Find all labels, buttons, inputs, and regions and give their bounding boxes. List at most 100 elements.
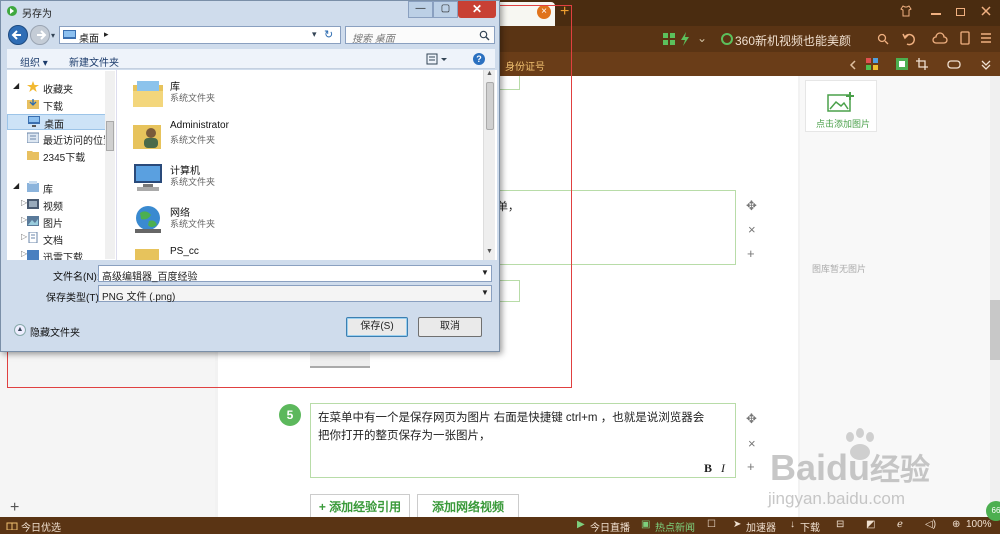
new-folder-button[interactable]: 新建文件夹 — [69, 54, 119, 69]
forward-button[interactable] — [30, 25, 50, 45]
file-item-administrator[interactable]: Administrator 系统文件夹 — [127, 116, 427, 156]
game-icon[interactable] — [947, 58, 961, 73]
breadcrumb-arrow-icon[interactable]: ▸ — [104, 29, 109, 40]
crop-icon[interactable]: ◩ — [866, 519, 875, 530]
tree-item-documents[interactable]: ▷ 文档 — [7, 231, 111, 247]
move-step-5-icon[interactable]: ✥ — [746, 411, 757, 427]
bottom-add-button[interactable]: + — [10, 499, 19, 517]
search-icon[interactable] — [479, 30, 490, 44]
float-badge-icon[interactable]: 66 — [986, 501, 1000, 521]
file-item-ps-cc[interactable]: PS_cc — [127, 242, 427, 260]
filetype-select[interactable]: PNG 文件 (.png) ▼ — [98, 285, 492, 303]
navigation-pane-scroll-thumb[interactable] — [106, 121, 114, 151]
expand-icon[interactable]: ◢ — [13, 181, 19, 190]
grid-apps-icon[interactable] — [662, 32, 676, 49]
page-scrollbar-thumb[interactable] — [990, 300, 1000, 360]
status-live[interactable]: 今日直播 — [590, 519, 630, 534]
file-list-scrollbar[interactable]: ▲ ▼ — [483, 70, 495, 260]
status-picks[interactable]: 今日优选 — [21, 519, 61, 534]
tree-item-libraries[interactable]: ◢ 库 — [7, 180, 111, 196]
filename-dropdown-icon[interactable]: ▼ — [481, 268, 489, 277]
file-item-computer[interactable]: 计算机 系统文件夹 — [127, 158, 427, 198]
play-icon[interactable]: ▶ — [577, 519, 585, 530]
tree-item-favorites[interactable]: ◢ 收藏夹 — [7, 80, 111, 96]
tree-item-pictures[interactable]: ▷ 图片 — [7, 214, 111, 230]
chat-icon[interactable]: ☐ — [707, 519, 716, 530]
gift-icon[interactable] — [6, 519, 18, 533]
restore-window-icon[interactable] — [955, 5, 967, 20]
screenshot-icon[interactable] — [916, 58, 928, 73]
tree-item-videos[interactable]: ▷ 视频 — [7, 197, 111, 213]
tree-item-desktop[interactable]: 桌面 — [7, 114, 111, 131]
status-zoom[interactable]: 100% — [966, 519, 992, 530]
bold-button[interactable]: B — [704, 461, 712, 476]
apps-icon[interactable] — [866, 58, 878, 73]
news-icon[interactable]: ▣ — [641, 519, 650, 530]
scroll-up-icon[interactable]: ▲ — [486, 70, 493, 77]
chevron-left-icon[interactable] — [848, 59, 858, 73]
italic-button[interactable]: I — [721, 461, 725, 476]
history-dropdown-icon[interactable]: ▾ — [51, 31, 55, 40]
back-button[interactable] — [8, 25, 28, 45]
organize-menu[interactable]: 组织 ▾ — [20, 54, 48, 69]
help-icon[interactable]: ? — [473, 53, 485, 65]
add-video-button[interactable]: 添加网络视频 — [417, 494, 519, 518]
ie-icon[interactable]: ℯ — [897, 519, 903, 530]
tree-item-2345[interactable]: 2345下载 — [7, 148, 111, 164]
file-list-scroll-thumb[interactable] — [486, 82, 494, 130]
cloud-icon[interactable] — [932, 32, 948, 47]
file-item-libraries[interactable]: 库 系统文件夹 — [127, 74, 427, 114]
search-input[interactable]: 搜索 桌面 — [345, 26, 495, 45]
navigation-pane-scrollbar[interactable] — [105, 71, 115, 259]
status-news[interactable]: 热点新闻 — [655, 519, 695, 534]
address-bar[interactable]: 桌面 ▸ ▾ ↻ — [59, 26, 341, 45]
refresh-icon[interactable]: ↻ — [324, 28, 333, 41]
note-icon[interactable] — [896, 58, 908, 73]
page-scrollbar[interactable] — [990, 76, 1000, 517]
filename-input[interactable]: 高级编辑器_百度经验 ▼ — [98, 265, 492, 283]
view-options-icon[interactable] — [426, 53, 448, 68]
expand-icon[interactable]: ◢ — [13, 81, 19, 90]
delete-step-5-icon[interactable]: × — [748, 436, 756, 451]
download-icon[interactable]: ↓ — [790, 519, 795, 530]
add-step-5-icon[interactable]: + — [747, 459, 755, 474]
dialog-close-button[interactable]: ✕ — [458, 1, 496, 18]
dialog-maximize-button[interactable]: ▢ — [433, 1, 458, 18]
dialog-minimize-button[interactable]: — — [408, 1, 433, 18]
rocket-icon[interactable]: ➤ — [733, 519, 741, 530]
filetype-dropdown-icon[interactable]: ▼ — [481, 288, 489, 297]
desktop-icon — [28, 116, 40, 127]
move-step-4-icon[interactable]: ✥ — [746, 198, 757, 214]
scroll-down-icon[interactable]: ▼ — [486, 248, 493, 255]
close-window-icon[interactable] — [980, 5, 992, 20]
menu-icon[interactable] — [980, 32, 992, 47]
minimize-window-icon[interactable] — [930, 5, 942, 20]
add-reference-button[interactable]: + 添加经验引用 — [310, 494, 410, 518]
collapse-folders-icon[interactable]: ▲ — [14, 324, 26, 336]
download-folder-icon — [27, 98, 39, 109]
add-image-button[interactable]: 点击添加图片 — [805, 80, 877, 132]
save-button[interactable]: 保存(S) — [346, 317, 408, 337]
tree-item-recent[interactable]: 最近访问的位置 — [7, 131, 113, 147]
undo-icon[interactable] — [902, 32, 916, 49]
pin-icon[interactable]: ⊟ — [836, 519, 844, 530]
delete-step-4-icon[interactable]: × — [748, 222, 756, 237]
tree-item-downloads[interactable]: 下载 — [7, 97, 111, 113]
chevron-down-icon[interactable]: ⌄ — [697, 31, 707, 45]
zoom-icon[interactable]: ⊕ — [952, 519, 960, 530]
file-item-network[interactable]: 网络 系统文件夹 — [127, 200, 427, 240]
shirt-icon[interactable] — [900, 5, 912, 20]
lightning-icon[interactable] — [680, 32, 690, 49]
status-download[interactable]: 下载 — [800, 519, 820, 534]
phone-icon[interactable] — [960, 31, 970, 48]
cancel-button[interactable]: 取消 — [418, 317, 482, 337]
volume-icon[interactable]: ◁) — [925, 519, 936, 530]
search-icon[interactable] — [877, 33, 889, 48]
address-dropdown-icon[interactable]: ▾ — [312, 29, 317, 40]
add-step-4-icon[interactable]: + — [747, 246, 755, 261]
hide-folders-toggle[interactable]: 隐藏文件夹 — [30, 324, 80, 339]
tree-item-thunder[interactable]: ▷ 迅雷下载 — [7, 248, 111, 260]
status-accelerator[interactable]: 加速器 — [746, 519, 776, 534]
more-icon[interactable] — [980, 58, 992, 73]
ad-text[interactable]: 360新机视频也能美颜 — [735, 32, 851, 49]
